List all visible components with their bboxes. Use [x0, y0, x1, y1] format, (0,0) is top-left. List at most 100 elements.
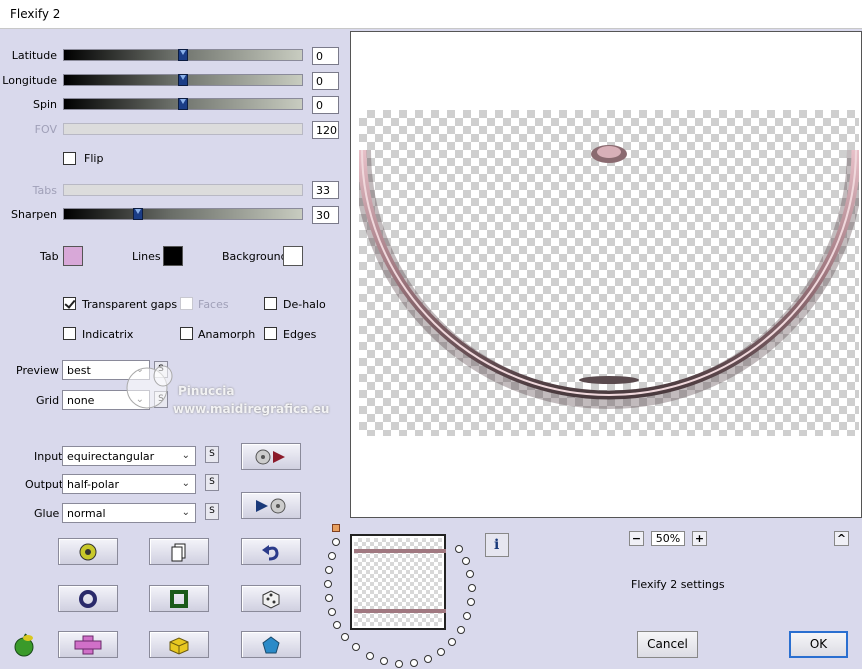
undo-icon [262, 544, 279, 560]
thumbnail-bands [354, 549, 446, 613]
longitude-slider[interactable] [63, 74, 303, 86]
preview-canvas[interactable] [350, 31, 862, 518]
output-s-button[interactable]: S [205, 474, 219, 491]
copy-button[interactable] [149, 538, 209, 565]
spin-slider[interactable] [63, 98, 303, 110]
sharpen-label: Sharpen [11, 208, 57, 221]
input-select-value: equirectangular [67, 450, 155, 463]
transparent-gaps-checkbox[interactable] [63, 297, 76, 310]
title-bar: Flexify 2 [0, 0, 862, 29]
info-icon: i [494, 537, 500, 553]
play-disc-icon [256, 498, 286, 513]
longitude-label: Longitude [2, 74, 57, 87]
input-label: Input [34, 450, 63, 463]
lines-color-label: Lines [132, 250, 161, 263]
output-select-value: half-polar [67, 478, 120, 491]
thumbnail-image [354, 538, 446, 626]
undo-button[interactable] [241, 538, 301, 565]
sharpen-input[interactable]: 30 [312, 206, 339, 224]
longitude-input[interactable]: 0 [312, 72, 339, 90]
grid-label: Grid [36, 394, 60, 407]
glue-s-button[interactable]: S [205, 503, 219, 520]
cube-icon [169, 636, 189, 655]
tabs-input[interactable]: 33 [312, 181, 339, 199]
anamorph-checkbox[interactable] [180, 327, 193, 340]
latitude-input[interactable]: 0 [312, 47, 339, 65]
pentagon-icon [262, 635, 280, 653]
flip-checkbox[interactable] [63, 152, 76, 165]
longitude-slider-thumb[interactable] [178, 74, 188, 86]
ring-button[interactable] [58, 585, 118, 612]
input-select[interactable]: equirectangular ⌄ [62, 446, 196, 466]
background-color-swatch[interactable] [283, 246, 303, 266]
dice-ball-icon [79, 543, 97, 560]
de-halo-label: De-halo [283, 298, 326, 311]
latitude-label: Latitude [11, 49, 57, 62]
cross-icon [74, 635, 102, 654]
copy-icon [171, 543, 186, 561]
spin-label: Spin [33, 98, 57, 111]
square-icon [170, 589, 188, 608]
zoom-level: 50% [651, 531, 685, 546]
cube-button[interactable] [149, 631, 209, 658]
preview-ring-shape [359, 145, 859, 409]
edges-checkbox[interactable] [264, 327, 277, 340]
square-button[interactable] [149, 585, 209, 612]
preview-label: Preview [16, 364, 59, 377]
glue-select[interactable]: normal ⌄ [62, 503, 196, 523]
sharpen-slider[interactable] [63, 208, 303, 220]
chevron-down-icon: ⌄ [181, 478, 190, 489]
tabs-slider [63, 184, 303, 196]
latitude-slider[interactable] [63, 49, 303, 61]
chevron-down-icon: ⌄ [181, 450, 190, 461]
faces-checkbox [180, 297, 193, 310]
pentagon-button[interactable] [241, 631, 301, 658]
edges-label: Edges [283, 328, 317, 341]
info-button[interactable]: i [485, 533, 509, 557]
fov-label: FOV [34, 123, 57, 136]
indicatrix-label: Indicatrix [82, 328, 134, 341]
de-halo-checkbox[interactable] [264, 297, 277, 310]
indicatrix-checkbox[interactable] [63, 327, 76, 340]
load-input-button[interactable] [241, 443, 301, 470]
preview-select-value: best [67, 364, 91, 377]
thumbnail-navigator[interactable] [350, 534, 446, 630]
window-title: Flexify 2 [10, 7, 61, 21]
glue-label: Glue [34, 507, 60, 520]
transparent-gaps-label: Transparent gaps [82, 298, 178, 311]
zoom-in-button[interactable]: + [692, 531, 707, 546]
cross-button[interactable] [58, 631, 118, 658]
tabs-label: Tabs [32, 184, 57, 197]
sharpen-slider-thumb[interactable] [133, 208, 143, 220]
cancel-button[interactable]: Cancel [637, 631, 698, 658]
faces-label: Faces [198, 298, 229, 311]
randomize-button[interactable] [58, 538, 118, 565]
tab-color-swatch[interactable] [63, 246, 83, 266]
output-label: Output [25, 478, 64, 491]
background-color-label: Background [222, 250, 288, 263]
output-select[interactable]: half-polar ⌄ [62, 474, 196, 494]
latitude-slider-thumb[interactable] [178, 49, 188, 61]
collapse-button[interactable]: ^ [834, 531, 849, 546]
watermark: Pinuccia www.maidiregrafica.eu [123, 362, 329, 417]
chevron-down-icon: ⌄ [181, 507, 190, 518]
ring-icon [79, 589, 97, 608]
spin-slider-thumb[interactable] [178, 98, 188, 110]
lines-color-swatch[interactable] [163, 246, 183, 266]
anamorph-label: Anamorph [198, 328, 256, 341]
dice-button[interactable] [241, 585, 301, 612]
glue-select-value: normal [67, 507, 106, 520]
flaming-pear-logo-icon [14, 633, 34, 657]
save-output-button[interactable] [241, 492, 301, 519]
grid-select-value: none [67, 394, 95, 407]
navigator-corner-marker[interactable] [332, 524, 340, 532]
input-s-button[interactable]: S [205, 446, 219, 463]
spin-input[interactable]: 0 [312, 96, 339, 114]
tab-color-label: Tab [40, 250, 59, 263]
fov-slider [63, 123, 303, 135]
zoom-out-button[interactable]: − [629, 531, 644, 546]
fov-input[interactable]: 120 [312, 121, 339, 139]
disc-play-icon [255, 449, 285, 464]
ok-button[interactable]: OK [789, 631, 848, 658]
flip-label: Flip [84, 152, 104, 165]
